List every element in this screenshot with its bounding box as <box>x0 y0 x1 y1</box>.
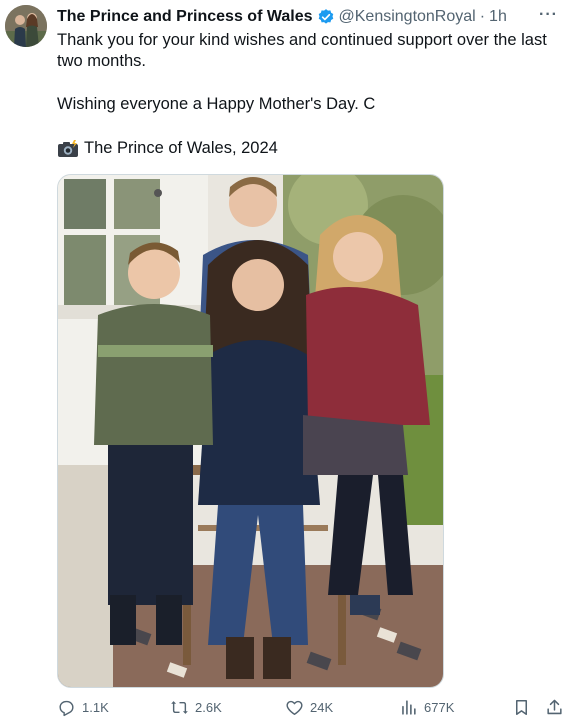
author-handle[interactable]: @KensingtonRoyal <box>339 8 476 26</box>
tweet-timestamp[interactable]: 1h <box>489 8 507 26</box>
timestamp-separator: · <box>479 8 486 25</box>
bookmark-button[interactable] <box>512 698 531 717</box>
reply-count: 1.1K <box>82 700 109 715</box>
heart-icon <box>286 700 303 715</box>
camera-flash-icon <box>57 139 79 158</box>
repost-count: 2.6K <box>195 700 222 715</box>
repost-button[interactable]: 2.6K <box>170 698 222 717</box>
reply-icon <box>59 700 74 717</box>
author-avatar[interactable] <box>5 5 47 47</box>
verified-badge-icon <box>317 8 335 26</box>
more-options-button[interactable]: ··· <box>539 6 558 24</box>
repost-icon <box>171 701 188 714</box>
like-count: 24K <box>310 700 334 715</box>
tweet-paragraph: Thank you for your kind wishes and conti… <box>57 31 547 70</box>
author-name[interactable]: The Prince and Princess of Wales <box>57 8 313 26</box>
like-button[interactable]: 24K <box>285 698 333 717</box>
views-count: 677K <box>424 700 455 715</box>
tweet-paragraph: The Prince of Wales, 2024 <box>84 139 278 157</box>
tweet-photo[interactable] <box>57 174 444 688</box>
tweet-paragraph: Wishing everyone a Happy Mother's Day. C <box>57 95 376 113</box>
reply-button[interactable]: 1.1K <box>57 698 109 717</box>
tweet-card[interactable]: The Prince and Princess of Wales @Kensin… <box>0 0 588 728</box>
views-chart-icon <box>402 700 416 715</box>
views-button[interactable]: 677K <box>399 698 454 717</box>
bookmark-icon <box>515 700 528 715</box>
share-icon <box>547 699 562 715</box>
tweet-actions: 1.1K 2.6K 24K 677K <box>57 698 577 722</box>
share-button[interactable] <box>545 698 564 717</box>
photo-credit-line: The Prince of Wales, 2024 <box>57 138 278 159</box>
